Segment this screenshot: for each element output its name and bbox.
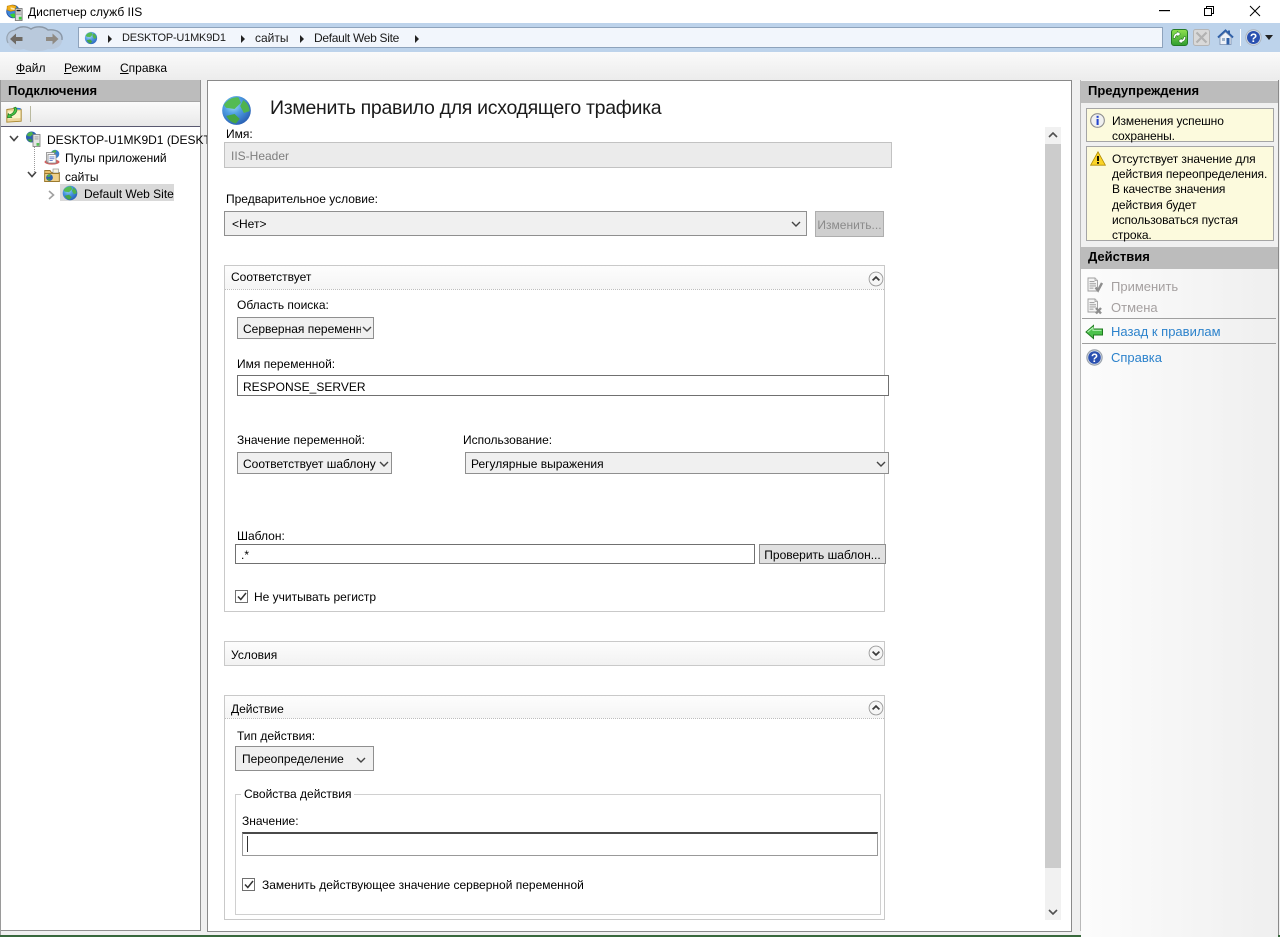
svg-text:?: ? xyxy=(1250,31,1257,45)
svg-text:?: ? xyxy=(1091,353,1098,365)
